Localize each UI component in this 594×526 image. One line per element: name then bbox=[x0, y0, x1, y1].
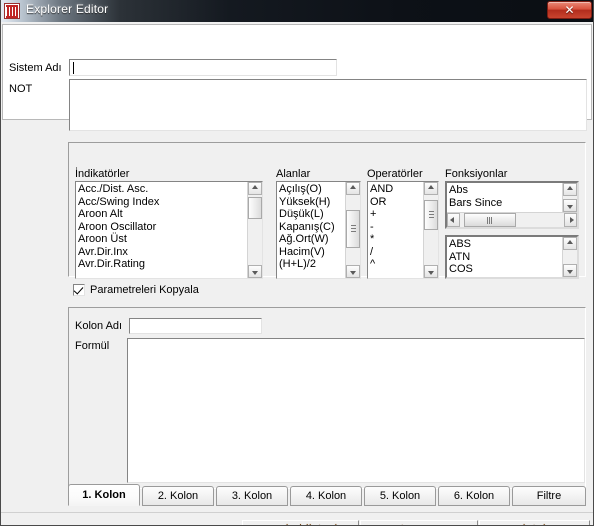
list-item[interactable]: Acc./Dist. Asc. bbox=[78, 183, 246, 196]
fields-scrollbar[interactable] bbox=[345, 182, 360, 278]
tab-kolon-3[interactable]: 3. Kolon bbox=[216, 486, 288, 506]
app-logo-icon bbox=[4, 3, 20, 19]
tab-kolon-2[interactable]: 2. Kolon bbox=[142, 486, 214, 506]
kolon-adi-label: Kolon Adı bbox=[75, 320, 123, 332]
scroll-right-icon[interactable] bbox=[564, 213, 577, 227]
operators-listbox[interactable]: AND OR + - * / ^ bbox=[367, 181, 439, 279]
sistem-adi-label: Sistem Adı bbox=[9, 62, 62, 74]
title-bar: Explorer Editor ✕ bbox=[1, 0, 593, 23]
list-item[interactable]: COS bbox=[449, 263, 561, 276]
list-item[interactable]: Kapanış(C) bbox=[279, 221, 344, 234]
sistem-adi-input[interactable] bbox=[69, 59, 337, 76]
list-item[interactable]: ^ bbox=[370, 258, 422, 271]
list-item[interactable]: OR bbox=[370, 196, 422, 209]
scroll-up-icon[interactable] bbox=[563, 183, 577, 196]
operators-scrollbar[interactable] bbox=[423, 182, 438, 278]
formul-label: Formül bbox=[75, 340, 110, 352]
list-item[interactable]: (H+L)/2 bbox=[279, 258, 344, 271]
list-item[interactable]: Aroon Üst bbox=[78, 233, 246, 246]
copy-parameters-checkbox[interactable]: Parametreleri Kopyala bbox=[73, 284, 199, 296]
scroll-down-icon[interactable] bbox=[424, 265, 438, 278]
indicators-scrollbar[interactable] bbox=[247, 182, 262, 278]
list-item[interactable]: - bbox=[370, 221, 422, 234]
kolon-adi-input[interactable] bbox=[129, 318, 262, 334]
tab-kolon-1[interactable]: 1. Kolon bbox=[68, 484, 140, 506]
scroll-up-icon[interactable] bbox=[346, 182, 360, 195]
copy-parameters-label: Parametreleri Kopyala bbox=[90, 284, 199, 296]
formul-textarea[interactable] bbox=[127, 338, 585, 483]
scroll-thumb[interactable] bbox=[346, 210, 360, 248]
column-editor-panel: Kolon Adı Formül bbox=[68, 307, 586, 489]
check-icon bbox=[73, 284, 84, 295]
list-item[interactable]: AND bbox=[370, 183, 422, 196]
scroll-down-icon[interactable] bbox=[346, 265, 360, 278]
list-item[interactable]: Bars Since bbox=[449, 197, 561, 210]
tab-kolon-6[interactable]: 6. Kolon bbox=[438, 486, 510, 506]
explorer-editor-window: Explorer Editor ✕ Sistem Adı NOT İndikat… bbox=[0, 0, 594, 526]
functions-top-hscrollbar[interactable] bbox=[447, 212, 577, 227]
list-item[interactable]: Aroon Oscillator bbox=[78, 221, 246, 234]
functions-bottom-scrollbar[interactable] bbox=[562, 237, 577, 277]
list-item[interactable]: Aroon Alt bbox=[78, 208, 246, 221]
ok-button[interactable]: tamam bbox=[360, 520, 478, 525]
fields-header: Alanlar bbox=[276, 168, 311, 180]
list-item[interactable]: * bbox=[370, 233, 422, 246]
list-item[interactable]: ABS bbox=[449, 238, 561, 251]
text-caret bbox=[73, 62, 74, 74]
list-item[interactable]: Yüksek(H) bbox=[279, 196, 344, 209]
scroll-up-icon[interactable] bbox=[563, 237, 577, 250]
column-tabstrip: 1. Kolon 2. Kolon 3. Kolon 4. Kolon 5. K… bbox=[68, 484, 586, 506]
indicators-header: İndikatörler bbox=[75, 168, 130, 180]
list-item[interactable]: / bbox=[370, 246, 422, 259]
fields-listbox[interactable]: Açılış(O) Yüksek(H) Düşük(L) Kapanış(C) … bbox=[276, 181, 361, 279]
list-item[interactable]: Ağ.Ort(W) bbox=[279, 233, 344, 246]
not-textarea[interactable] bbox=[69, 79, 587, 131]
list-item[interactable]: Abs bbox=[449, 184, 561, 197]
client-area: Sistem Adı NOT İndikatörler Alanlar Oper… bbox=[1, 22, 593, 525]
functions-top-listbox[interactable]: Abs Bars Since bbox=[445, 181, 579, 229]
list-item[interactable]: Düşük(L) bbox=[279, 208, 344, 221]
indicators-listbox[interactable]: Acc./Dist. Asc. Acc/Swing Index Aroon Al… bbox=[75, 181, 263, 279]
list-item[interactable]: + bbox=[370, 208, 422, 221]
list-item[interactable]: Acc/Swing Index bbox=[78, 196, 246, 209]
scroll-up-icon[interactable] bbox=[424, 182, 438, 195]
scroll-down-icon[interactable] bbox=[563, 199, 577, 212]
list-item[interactable]: Hacim(V) bbox=[279, 246, 344, 259]
bottom-button-bar: sembol listesi tamam iptal bbox=[1, 512, 593, 525]
scroll-left-icon[interactable] bbox=[447, 213, 460, 227]
functions-bottom-listbox[interactable]: ABS ATN COS bbox=[445, 235, 579, 279]
tab-filtre[interactable]: Filtre bbox=[512, 486, 586, 506]
symbol-list-button[interactable]: sembol listesi bbox=[242, 520, 359, 525]
tab-kolon-4[interactable]: 4. Kolon bbox=[290, 486, 362, 506]
list-item[interactable]: ATN bbox=[449, 251, 561, 264]
scroll-up-icon[interactable] bbox=[248, 182, 262, 195]
close-icon: ✕ bbox=[564, 3, 575, 17]
scroll-thumb[interactable] bbox=[248, 197, 262, 219]
cancel-button[interactable]: iptal bbox=[479, 520, 590, 525]
scroll-down-icon[interactable] bbox=[563, 264, 577, 277]
scroll-down-icon[interactable] bbox=[248, 265, 262, 278]
functions-top-vscrollbar[interactable] bbox=[562, 183, 577, 212]
close-button[interactable]: ✕ bbox=[547, 1, 592, 19]
tab-kolon-5[interactable]: 5. Kolon bbox=[364, 486, 436, 506]
window-title: Explorer Editor bbox=[26, 2, 109, 16]
operators-header: Operatörler bbox=[367, 168, 423, 180]
list-item[interactable]: Açılış(O) bbox=[279, 183, 344, 196]
not-label: NOT bbox=[9, 83, 33, 95]
functions-header: Fonksiyonlar bbox=[445, 168, 508, 180]
list-item[interactable]: Avr.Dir.Inx bbox=[78, 246, 246, 259]
checkbox-box[interactable] bbox=[73, 284, 85, 296]
hscroll-thumb[interactable] bbox=[464, 213, 516, 227]
scroll-thumb[interactable] bbox=[424, 200, 438, 230]
list-item[interactable]: Avr.Dir.Rating bbox=[78, 258, 246, 271]
